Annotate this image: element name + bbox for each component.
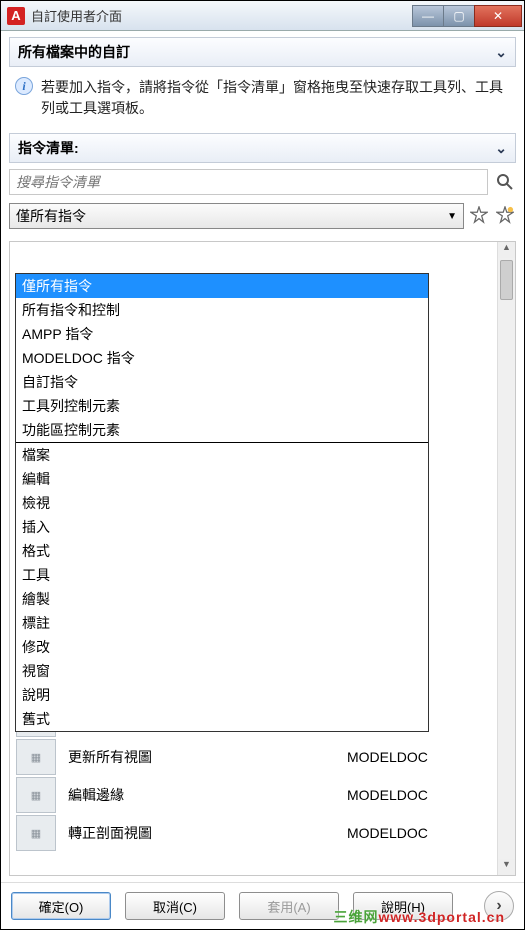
search-row <box>9 169 516 195</box>
vertical-scrollbar[interactable]: ▲ ▼ <box>497 242 515 875</box>
chevron-down-icon: ▼ <box>447 211 457 222</box>
command-icon: ▦ <box>16 815 56 851</box>
command-icon: ▦ <box>16 777 56 813</box>
command-source: MODELDOC <box>347 787 497 803</box>
window-title: 自訂使用者介面 <box>31 6 413 25</box>
minimize-button[interactable]: — <box>412 5 444 27</box>
dropdown-option[interactable]: 說明 <box>16 683 428 707</box>
close-button[interactable]: ✕ <box>474 5 522 27</box>
collapse-icon[interactable]: ⌄ <box>495 44 507 61</box>
dropdown-option[interactable]: 檢視 <box>16 491 428 515</box>
search-icon[interactable] <box>494 171 516 193</box>
category-dropdown-list[interactable]: 僅所有指令所有指令和控制AMPP 指令MODELDOC 指令自訂指令工具列控制元… <box>15 273 429 732</box>
dropdown-option[interactable]: 修改 <box>16 635 428 659</box>
command-source: MODELDOC <box>347 825 497 841</box>
section-command-list-title: 指令清單: <box>18 138 79 158</box>
command-name: 編輯邊緣 <box>62 785 347 805</box>
dropdown-option[interactable]: 視窗 <box>16 659 428 683</box>
table-row[interactable]: ▦ 編輯邊緣MODELDOC <box>10 776 497 814</box>
titlebar: A 自訂使用者介面 — ▢ ✕ <box>1 1 524 31</box>
new-favorite-icon[interactable] <box>496 206 516 226</box>
info-text: 若要加入指令，請將指令從「指令清單」窗格拖曳至快速存取工具列、工具列或工具選項板… <box>41 77 510 119</box>
section-command-list-header[interactable]: 指令清單: ⌄ <box>9 133 516 163</box>
table-row[interactable]: ▦ 更新所有視圖MODELDOC <box>10 738 497 776</box>
scroll-down-icon[interactable]: ▼ <box>498 859 515 875</box>
window-buttons: — ▢ ✕ <box>413 5 522 27</box>
command-source: MODELDOC <box>347 749 497 765</box>
scroll-thumb[interactable] <box>500 260 513 300</box>
command-name: 更新所有視圖 <box>62 747 347 767</box>
app-icon: A <box>7 7 25 25</box>
dropdown-option[interactable]: 繪製 <box>16 587 428 611</box>
collapse-icon[interactable]: ⌄ <box>495 140 507 157</box>
dropdown-option[interactable]: MODELDOC 指令 <box>16 346 428 370</box>
info-icon: i <box>15 77 33 95</box>
dropdown-option[interactable]: 功能區控制元素 <box>16 418 428 442</box>
section-all-files-title: 所有檔案中的自訂 <box>18 42 130 62</box>
dropdown-option[interactable]: 舊式 <box>16 707 428 731</box>
command-icon: ▦ <box>16 739 56 775</box>
table-row[interactable]: ▦ 轉正剖面視圖MODELDOC <box>10 814 497 852</box>
combobox-value: 僅所有指令 <box>16 206 86 226</box>
cui-dialog: A 自訂使用者介面 — ▢ ✕ 所有檔案中的自訂 ⌄ i 若要加入指令，請將指令… <box>0 0 525 930</box>
category-combobox[interactable]: 僅所有指令 ▼ <box>9 203 464 229</box>
content-area: 所有檔案中的自訂 ⌄ i 若要加入指令，請將指令從「指令清單」窗格拖曳至快速存取… <box>1 31 524 882</box>
dropdown-option[interactable]: 僅所有指令 <box>16 274 428 298</box>
ok-button[interactable]: 確定(O) <box>11 892 111 920</box>
cancel-button[interactable]: 取消(C) <box>125 892 225 920</box>
favorite-icon[interactable] <box>470 206 490 226</box>
command-name: 轉正剖面視圖 <box>62 823 347 843</box>
dropdown-option[interactable]: 工具列控制元素 <box>16 394 428 418</box>
dropdown-option[interactable]: AMPP 指令 <box>16 322 428 346</box>
filter-row: 僅所有指令 ▼ <box>9 203 516 229</box>
dropdown-option[interactable]: 標註 <box>16 611 428 635</box>
dropdown-option[interactable]: 檔案 <box>16 443 428 467</box>
info-panel: i 若要加入指令，請將指令從「指令清單」窗格拖曳至快速存取工具列、工具列或工具選… <box>9 67 516 133</box>
dropdown-option[interactable]: 自訂指令 <box>16 370 428 394</box>
apply-button: 套用(A) <box>239 892 339 920</box>
dropdown-option[interactable]: 格式 <box>16 539 428 563</box>
watermark: 三维网www.3dportal.cn <box>334 907 506 927</box>
dropdown-option[interactable]: 插入 <box>16 515 428 539</box>
dropdown-option[interactable]: 所有指令和控制 <box>16 298 428 322</box>
search-input[interactable] <box>9 169 488 195</box>
dropdown-option[interactable]: 工具 <box>16 563 428 587</box>
section-all-files-header[interactable]: 所有檔案中的自訂 ⌄ <box>9 37 516 67</box>
dropdown-option[interactable]: 編輯 <box>16 467 428 491</box>
scroll-up-icon[interactable]: ▲ <box>498 242 515 258</box>
maximize-button[interactable]: ▢ <box>443 5 475 27</box>
